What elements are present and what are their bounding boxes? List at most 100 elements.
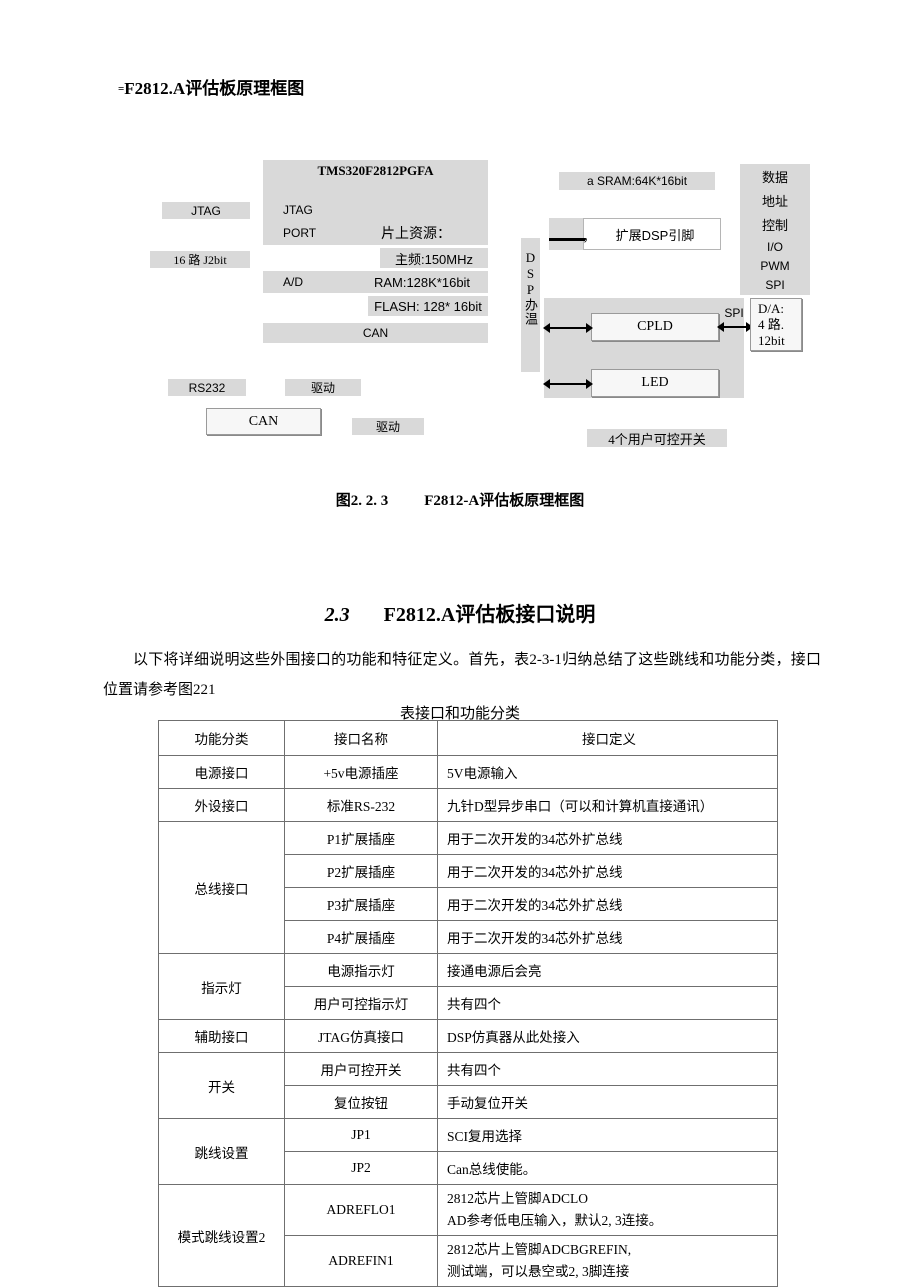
cell-definition: 用于二次开发的34芯外扩总线 <box>437 821 778 855</box>
cell-definition-line: 2812芯片上管脚ADCLO <box>447 1191 588 1206</box>
box-text: CAN <box>248 413 279 429</box>
cell-name: ADREFLO1 <box>284 1184 438 1236</box>
cell-definition: DSP仿真器从此处接入 <box>437 1019 778 1053</box>
cell-category: 开关 <box>158 1052 285 1119</box>
section-heading: 2.3 F2812.A评估板接口说明 <box>0 598 920 627</box>
cell-definition: 用于二次开发的34芯外扩总线 <box>437 887 778 921</box>
dsp-vertical-label: DSP办温 <box>521 250 540 370</box>
expand-pin-connector-line <box>549 238 585 241</box>
bus-item-pwm: PWM <box>760 258 790 273</box>
expand-pin-label: 扩展DSP引脚 <box>596 218 714 250</box>
expand-pin-swatch <box>549 218 583 250</box>
cell-name: P2扩展插座 <box>284 854 438 888</box>
cpld-left-arrow <box>543 322 593 333</box>
label-text: 16 路 J2bit <box>173 253 227 267</box>
cell-name: 用户可控指示灯 <box>284 986 438 1020</box>
cell-category: 总线接口 <box>158 821 285 954</box>
document-page: =F2812.A评估板原理框图 JTAG 16 路 J2bit RS232 驱动… <box>0 0 920 1287</box>
table-header-row: 功能分类 接口名称 接口定义 <box>158 720 778 756</box>
table-head: 功能分类 接口名称 接口定义 <box>158 720 778 756</box>
row-text: PORT <box>283 226 317 240</box>
page-subtitle: =F2812.A评估板原理框图 <box>118 74 304 99</box>
row-text: 主频:150MHz <box>394 251 474 267</box>
cell-definition: 用于二次开发的34芯外扩总线 <box>437 854 778 888</box>
cell-name: ADREFIN1 <box>284 1235 438 1287</box>
label-text: 扩展DSP引脚 <box>615 227 695 243</box>
table-row: 电源接口 +5v电源插座 5V电源输入 <box>158 755 778 789</box>
bus-item-spi: SPI <box>765 278 785 293</box>
cpld-da-arrow <box>717 321 753 332</box>
diagram-label-rs232: RS232 <box>168 379 246 396</box>
bus-list: 数据 地址 控制 I/O PWM SPI <box>740 164 810 295</box>
bus-item-control: 控制 <box>761 218 788 234</box>
cell-definition: 手动复位开关 <box>437 1085 778 1119</box>
cell-name: 标准RS-232 <box>284 788 438 822</box>
label-text: 驱动 <box>375 420 400 434</box>
chip-row-port: PORT <box>283 221 343 245</box>
bus-item-io: I/O <box>766 239 783 254</box>
cell-definition-line: AD参考低电压输入，默认2, 3连接。 <box>447 1213 663 1228</box>
cell-category: 跳线设置 <box>158 1118 285 1185</box>
table-row: 外设接口 标准RS-232 九针D型异步串口（可以和计算机直接通讯） <box>158 788 778 822</box>
cell-category: 电源接口 <box>158 755 285 789</box>
cell-definition-line: 2812芯片上管脚ADCBGREFIN, <box>447 1242 632 1257</box>
cell-name: JTAG仿真接口 <box>284 1019 438 1053</box>
figure-caption-number: 图2. 2. 3 <box>335 493 389 509</box>
table-header-name: 接口名称 <box>284 720 438 756</box>
box-text: CPLD <box>637 319 673 334</box>
label-text: RS232 <box>188 380 226 395</box>
vertical-text: DSP办温 <box>523 250 538 326</box>
row-text: JTAG <box>283 202 313 217</box>
cell-name: 电源指示灯 <box>284 953 438 987</box>
table-body: 电源接口 +5v电源插座 5V电源输入 外设接口 标准RS-232 九针D型异步… <box>158 755 778 1287</box>
da-line-2: 4 路. <box>758 316 785 332</box>
section-title: F2812.A评估板接口说明 <box>383 604 596 626</box>
diagram-box-can: CAN <box>206 408 321 435</box>
bus-item-data: 数据 <box>761 169 788 185</box>
diagram-box-da: D/A: 4 路. 12bit <box>750 298 802 351</box>
table-row: 总线接口 P1扩展插座 用于二次开发的34芯外扩总线 <box>158 821 778 954</box>
cell-category: 辅助接口 <box>158 1019 285 1053</box>
da-line-1: D/A: <box>758 300 784 316</box>
chip-resource-clock: 主频:150MHz <box>380 248 488 268</box>
chip-title: TMS320F2812PGFA <box>263 162 488 180</box>
cell-definition: 2812芯片上管脚ADCLO AD参考低电压输入，默认2, 3连接。 <box>437 1184 778 1236</box>
comma-text: ， <box>582 228 596 244</box>
chip-row-ad: A/D <box>283 271 333 293</box>
cell-category: 模式跳线设置2 <box>158 1184 285 1287</box>
cell-definition: 2812芯片上管脚ADCBGREFIN, 测试端，可以悬空或2, 3脚连接 <box>437 1235 778 1287</box>
label-text: a SRAM:64K*16bit <box>586 174 688 188</box>
row-text: FLASH: 128* 16bit <box>374 298 482 314</box>
box-text: LED <box>641 375 669 390</box>
diagram-box-led: LED <box>591 369 719 397</box>
row-text: CAN <box>362 326 389 340</box>
body-paragraph: 以下将详细说明这些外围接口的功能和特征定义。首先，表2-3-1归纳总结了这些跳线… <box>103 652 821 698</box>
table-row: 辅助接口 JTAG仿真接口 DSP仿真器从此处接入 <box>158 1019 778 1053</box>
table-row: 跳线设置 JP1 SCI复用选择 <box>158 1118 778 1185</box>
row-text: 片上资源： <box>381 227 451 242</box>
cell-name: 复位按钮 <box>284 1085 438 1119</box>
spi-label: SPI <box>719 306 749 320</box>
diagram-label-drive-1: 驱动 <box>285 379 361 396</box>
diagram-label-drive-2: 驱动 <box>352 418 424 435</box>
cell-definition: 九针D型异步串口（可以和计算机直接通讯） <box>437 788 778 822</box>
cell-name: JP1 <box>284 1118 438 1152</box>
diagram-label-16ch: 16 路 J2bit <box>150 251 250 268</box>
row-text: RAM:128K*16bit <box>373 274 471 290</box>
figure-caption: 图2. 2. 3 F2812-A评估板原理框图 <box>0 489 920 510</box>
interface-classification-table: 功能分类 接口名称 接口定义 电源接口 +5v电源插座 5V电源输入 外设接口 … <box>158 720 778 1287</box>
label-text: SPI <box>724 306 744 320</box>
cell-name: P3扩展插座 <box>284 887 438 921</box>
table-row: 开关 用户可控开关 共有四个 <box>158 1052 778 1119</box>
chip-title-text: TMS320F2812PGFA <box>317 163 434 178</box>
sram-label: a SRAM:64K*16bit <box>559 172 715 190</box>
diagram-label-jtag: JTAG <box>162 202 250 219</box>
cell-name: P1扩展插座 <box>284 821 438 855</box>
cell-category: 外设接口 <box>158 788 285 822</box>
chip-row-can: CAN <box>263 323 488 343</box>
cell-definition: 用于二次开发的34芯外扩总线 <box>437 920 778 954</box>
cell-definition: 共有四个 <box>437 986 778 1020</box>
cell-definition: 接通电源后会亮 <box>437 953 778 987</box>
table-header-category: 功能分类 <box>158 720 285 756</box>
da-line-3: 12bit <box>758 332 785 348</box>
